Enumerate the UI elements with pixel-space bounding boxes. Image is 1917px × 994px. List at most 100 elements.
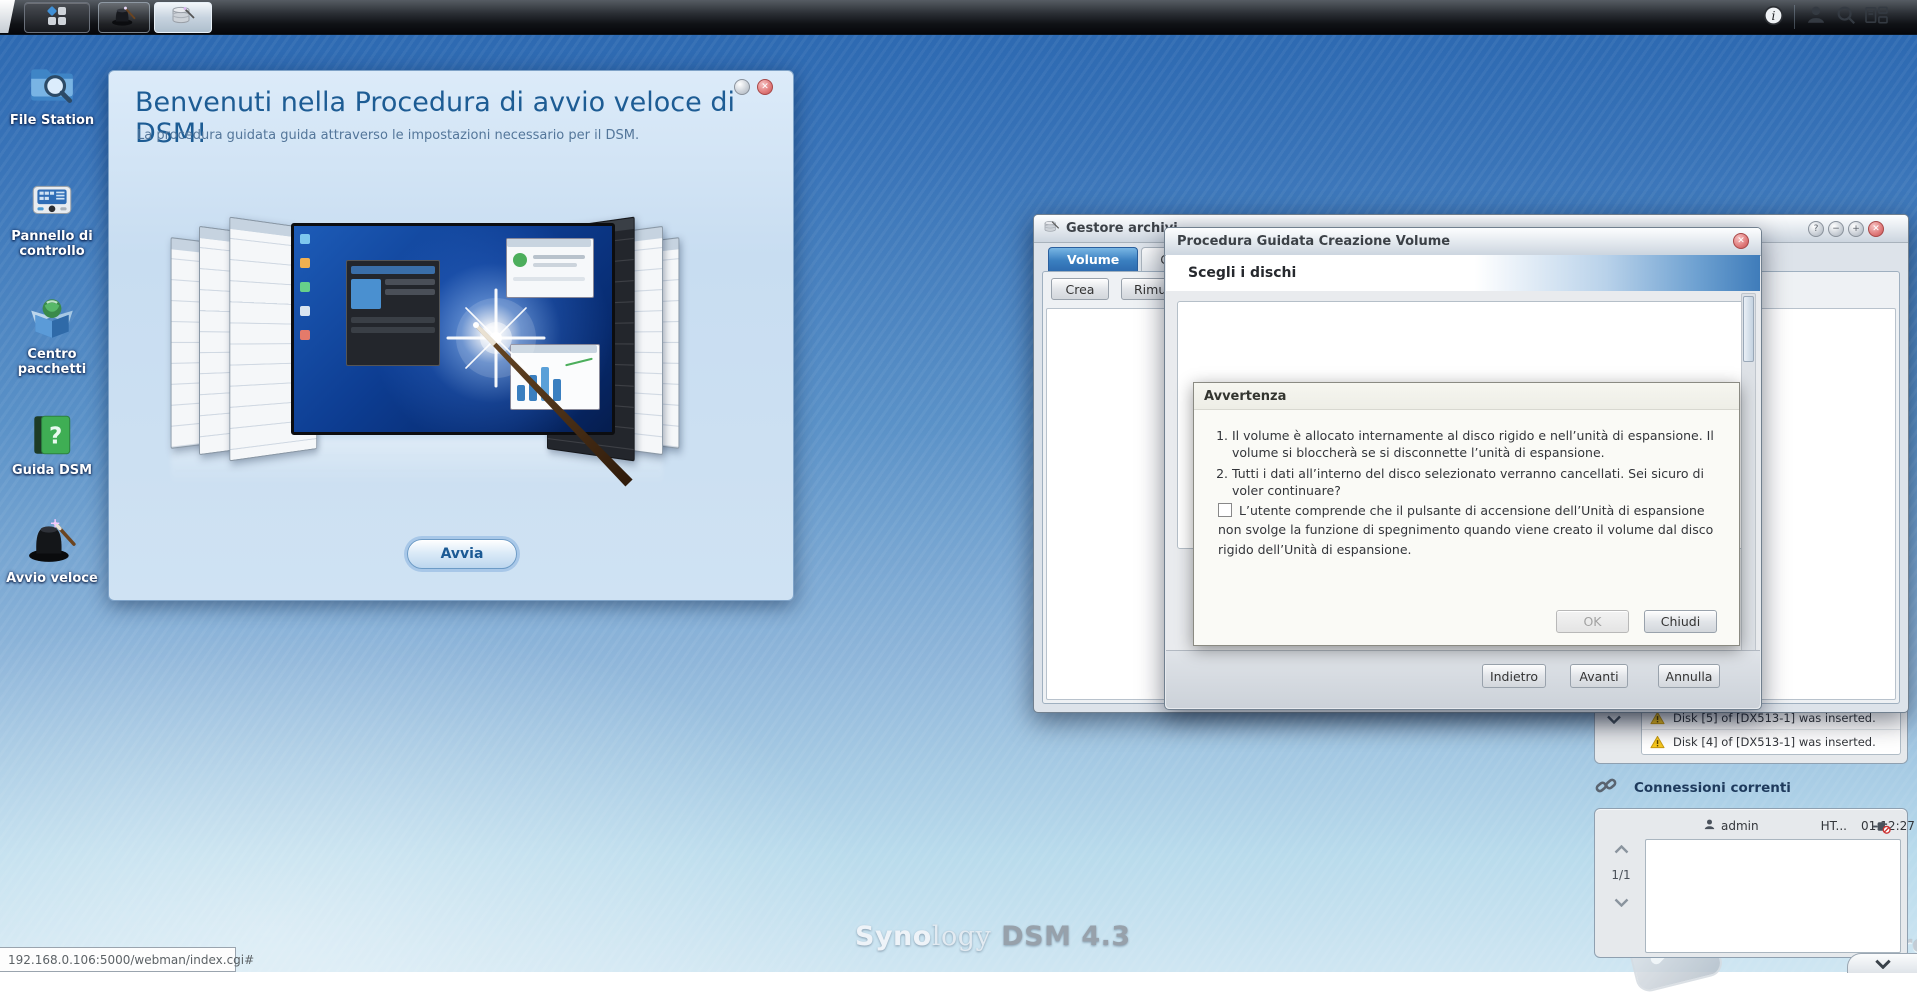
magic-wand-icon <box>159 221 673 489</box>
status-url: 192.168.0.106:5000/webman/index.cgi# <box>0 947 236 972</box>
link-icon <box>1594 774 1618 802</box>
desktop-icon-control-panel[interactable]: Pannello di controllo <box>0 176 104 260</box>
close-icon: ✕ <box>1872 224 1880 234</box>
wizard-body: Avvertenza Il volume è allocato internam… <box>1166 291 1760 651</box>
magic-hat-icon <box>111 5 137 31</box>
dsm-version: DSM 4.3 <box>1001 921 1130 952</box>
window-title: Gestore archivi <box>1066 221 1178 236</box>
wizard-footer: Indietro Avanti Annulla <box>1166 650 1760 708</box>
minimize-icon: − <box>1832 224 1840 234</box>
magic-hat-icon <box>27 518 77 568</box>
desktop-icon-file-station[interactable]: File Station <box>0 60 104 129</box>
desktop-icon-quick-start[interactable]: Avvio veloce <box>0 518 104 587</box>
desktop: i File Stati <box>0 0 1917 972</box>
page-down-button[interactable] <box>1614 892 1629 911</box>
quick-start-taskbar-button[interactable] <box>98 2 150 33</box>
pilot-view-button[interactable] <box>1861 4 1891 30</box>
next-button[interactable]: Avanti <box>1570 664 1628 688</box>
step-heading: Scegli i dischi <box>1188 265 1296 281</box>
page-indicator: 1/1 <box>1603 868 1639 882</box>
start-button[interactable]: Avvia <box>407 539 517 569</box>
warning-dialog-titlebar: Avvertenza <box>1194 383 1739 410</box>
close-button[interactable]: ✕ <box>1868 221 1884 237</box>
connections-title: Connessioni correnti <box>1634 780 1791 796</box>
storage-manager-icon <box>1043 219 1060 239</box>
understanding-checkbox[interactable] <box>1218 503 1232 517</box>
warning-dialog: Avvertenza Il volume è allocato internam… <box>1193 382 1740 646</box>
notification-text: Disk [4] of [DX513-1] was inserted. <box>1673 735 1876 749</box>
maximize-button[interactable]: + <box>1848 221 1864 237</box>
minimize-button[interactable]: − <box>1828 221 1844 237</box>
help-icon: ? <box>1814 224 1819 234</box>
dsm-preview-image <box>159 221 673 489</box>
main-menu-icon <box>45 4 69 32</box>
desktop-icon-label: Avvio veloce <box>0 572 104 587</box>
tab-volume[interactable]: Volume <box>1048 247 1138 271</box>
warning-title: Avvertenza <box>1204 389 1286 404</box>
connections-panel: admin HT... 01:12:27 1/1 <box>1594 808 1908 958</box>
checkbox-label: L’utente comprende che il pulsante di ac… <box>1218 503 1713 557</box>
welcome-dialog: ✕ Benvenuti nella Procedura di avvio vel… <box>108 70 794 601</box>
user-icon <box>1703 818 1716 834</box>
taskbar-separator <box>1794 5 1795 29</box>
folder-search-icon <box>27 60 77 110</box>
main-menu-button[interactable] <box>24 2 90 33</box>
desktop-icon-package-center[interactable]: Centro pacchetti <box>0 294 104 378</box>
control-panel-icon <box>27 176 77 226</box>
chiudi-button[interactable]: Chiudi <box>1644 610 1717 633</box>
help-button[interactable]: ? <box>1808 221 1824 237</box>
volume-wizard-dialog: Procedura Guidata Creazione Volume ✕ Sce… <box>1164 227 1762 710</box>
help-book-icon: ? <box>27 410 77 460</box>
maximize-icon: + <box>1852 224 1860 234</box>
desktop-icon-label: Guida DSM <box>0 464 104 479</box>
search-button[interactable] <box>1831 4 1861 30</box>
info-button[interactable]: i <box>1758 4 1788 30</box>
close-icon: ✕ <box>1737 236 1745 246</box>
warning-list-item: Il volume è allocato internamente al dis… <box>1232 427 1721 462</box>
scrollbar-thumb[interactable] <box>1743 296 1754 362</box>
info-icon: i <box>1763 5 1784 30</box>
show-desktop-button[interactable] <box>0 0 15 33</box>
synology-logo: Synology DSM 4.3 <box>855 921 1131 952</box>
welcome-subtitle: La procedura guidata guida attraverso le… <box>137 128 639 143</box>
desktop-icon-label: File Station <box>0 114 104 129</box>
connection-list <box>1645 839 1901 953</box>
logo-text-rest: logy <box>932 921 991 952</box>
connections-section-header: Connessioni correnti <box>1594 774 1906 802</box>
window-title: Procedura Guidata Creazione Volume <box>1177 234 1450 249</box>
disk-wand-icon <box>170 4 196 32</box>
back-button[interactable]: Indietro <box>1482 664 1546 688</box>
desktop-icon-label: Centro pacchetti <box>0 348 104 378</box>
cancel-button[interactable]: Annulla <box>1658 664 1720 688</box>
volume-wizard-titlebar[interactable]: Procedura Guidata Creazione Volume ✕ <box>1165 228 1761 256</box>
svg-text:?: ? <box>49 423 62 449</box>
create-button[interactable]: Crea <box>1051 278 1109 300</box>
warning-icon <box>1650 735 1665 749</box>
warning-list: Il volume è allocato internamente al dis… <box>1208 427 1721 502</box>
user-icon <box>1805 4 1827 30</box>
connection-user: admin <box>1721 819 1759 833</box>
logo-text-bold: Syno <box>855 921 932 952</box>
taskbar: i <box>0 0 1917 35</box>
wizard-step-header: Scegli i dischi <box>1166 255 1760 292</box>
package-center-icon <box>27 294 77 344</box>
pilot-view-icon <box>1864 5 1889 30</box>
connection-protocol: HT... <box>1821 819 1847 833</box>
chevron-down-icon <box>1875 959 1891 969</box>
desktop-icon-label: Pannello di controllo <box>0 230 104 260</box>
notification-row[interactable]: Disk [4] of [DX513-1] was inserted. <box>1642 729 1900 753</box>
page-up-button[interactable] <box>1614 839 1629 858</box>
understanding-checkbox-row: L’utente comprende che il pulsante di ac… <box>1218 501 1718 559</box>
svg-text:i: i <box>1771 8 1775 22</box>
ok-button[interactable]: OK <box>1556 610 1629 633</box>
desktop-icon-dsm-help[interactable]: ? Guida DSM <box>0 410 104 479</box>
warning-list-item: Tutti i dati all’interno del disco selez… <box>1232 465 1721 500</box>
widget-collapse-tab[interactable] <box>1847 953 1917 973</box>
scrollbar[interactable] <box>1741 293 1756 655</box>
disconnect-icon <box>1872 819 1891 834</box>
close-button[interactable]: ✕ <box>1733 233 1749 249</box>
volume-wizard-taskbar-button[interactable] <box>154 2 212 33</box>
user-button[interactable] <box>1801 4 1831 30</box>
disconnect-button[interactable] <box>1872 819 1891 837</box>
search-icon <box>1835 4 1857 30</box>
